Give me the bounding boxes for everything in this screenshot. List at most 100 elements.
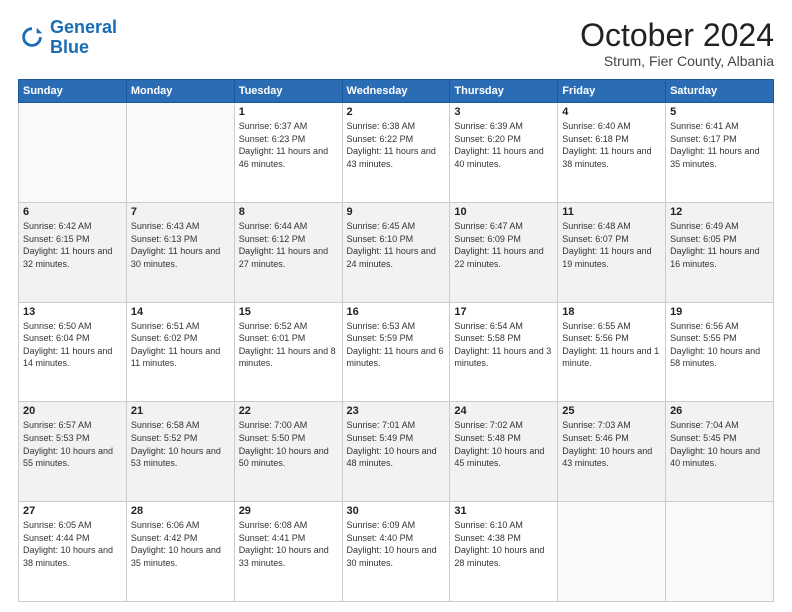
day-number: 3	[454, 106, 553, 118]
calendar-day-cell: 13 Sunrise: 6:50 AMSunset: 6:04 PMDayligh…	[19, 302, 127, 402]
day-info: Sunrise: 6:55 AMSunset: 5:56 PMDaylight:…	[562, 320, 661, 370]
weekday-header: Monday	[126, 80, 234, 103]
day-info: Sunrise: 6:09 AMSunset: 4:40 PMDaylight:…	[347, 519, 446, 569]
calendar-day-cell: 5 Sunrise: 6:41 AMSunset: 6:17 PMDaylight…	[666, 103, 774, 203]
day-number: 20	[23, 405, 122, 417]
day-info: Sunrise: 6:43 AMSunset: 6:13 PMDaylight:…	[131, 220, 230, 270]
day-number: 7	[131, 206, 230, 218]
calendar-day-cell: 17Sunrise: 6:54 AMSunset: 5:58 PMDayligh…	[450, 302, 558, 402]
day-info: Sunrise: 7:01 AMSunset: 5:49 PMDaylight:…	[347, 419, 446, 469]
calendar-day-cell	[558, 502, 666, 602]
day-number: 8	[239, 206, 338, 218]
calendar-day-cell: 26 Sunrise: 7:04 AMSunset: 5:45 PMDayligh…	[666, 402, 774, 502]
calendar-day-cell: 29Sunrise: 6:08 AMSunset: 4:41 PMDayligh…	[234, 502, 342, 602]
weekday-header: Saturday	[666, 80, 774, 103]
calendar-day-cell: 23 Sunrise: 7:01 AMSunset: 5:49 PMDayligh…	[342, 402, 450, 502]
calendar-week-row: 27 Sunrise: 6:05 AMSunset: 4:44 PMDayligh…	[19, 502, 774, 602]
day-number: 15	[239, 306, 338, 318]
calendar-day-cell: 28 Sunrise: 6:06 AMSunset: 4:42 PMDayligh…	[126, 502, 234, 602]
calendar-body: 1 Sunrise: 6:37 AMSunset: 6:23 PMDaylight…	[19, 103, 774, 602]
day-number: 16	[347, 306, 446, 318]
calendar-day-cell: 22Sunrise: 7:00 AMSunset: 5:50 PMDayligh…	[234, 402, 342, 502]
day-info: Sunrise: 6:38 AMSunset: 6:22 PMDaylight:…	[347, 120, 446, 170]
day-number: 21	[131, 405, 230, 417]
calendar-day-cell: 15 Sunrise: 6:52 AMSunset: 6:01 PMDayligh…	[234, 302, 342, 402]
day-info: Sunrise: 6:48 AMSunset: 6:07 PMDaylight:…	[562, 220, 661, 270]
day-number: 29	[239, 505, 338, 517]
day-info: Sunrise: 6:58 AMSunset: 5:52 PMDaylight:…	[131, 419, 230, 469]
calendar-day-cell	[126, 103, 234, 203]
calendar-day-cell: 14 Sunrise: 6:51 AMSunset: 6:02 PMDayligh…	[126, 302, 234, 402]
calendar-day-cell: 7 Sunrise: 6:43 AMSunset: 6:13 PMDaylight…	[126, 202, 234, 302]
logo-general: General	[50, 17, 117, 37]
day-info: Sunrise: 6:05 AMSunset: 4:44 PMDaylight:…	[23, 519, 122, 569]
day-number: 10	[454, 206, 553, 218]
calendar-week-row: 6Sunrise: 6:42 AMSunset: 6:15 PMDaylight…	[19, 202, 774, 302]
header: General Blue October 2024 Strum, Fier Co…	[18, 18, 774, 69]
day-info: Sunrise: 6:45 AMSunset: 6:10 PMDaylight:…	[347, 220, 446, 270]
day-number: 14	[131, 306, 230, 318]
day-info: Sunrise: 6:37 AMSunset: 6:23 PMDaylight:…	[239, 120, 338, 170]
month-title: October 2024	[580, 18, 774, 53]
weekday-header: Tuesday	[234, 80, 342, 103]
calendar-header-row: SundayMondayTuesdayWednesdayThursdayFrid…	[19, 80, 774, 103]
calendar-day-cell: 4Sunrise: 6:40 AMSunset: 6:18 PMDaylight…	[558, 103, 666, 203]
page: General Blue October 2024 Strum, Fier Co…	[0, 0, 792, 612]
calendar-day-cell: 1 Sunrise: 6:37 AMSunset: 6:23 PMDaylight…	[234, 103, 342, 203]
calendar-day-cell: 12Sunrise: 6:49 AMSunset: 6:05 PMDayligh…	[666, 202, 774, 302]
calendar-day-cell: 10Sunrise: 6:47 AMSunset: 6:09 PMDayligh…	[450, 202, 558, 302]
day-info: Sunrise: 6:51 AMSunset: 6:02 PMDaylight:…	[131, 320, 230, 370]
day-number: 23	[347, 405, 446, 417]
day-info: Sunrise: 6:56 AMSunset: 5:55 PMDaylight:…	[670, 320, 769, 370]
day-info: Sunrise: 6:52 AMSunset: 6:01 PMDaylight:…	[239, 320, 338, 370]
calendar-week-row: 13 Sunrise: 6:50 AMSunset: 6:04 PMDayligh…	[19, 302, 774, 402]
day-number: 9	[347, 206, 446, 218]
calendar-day-cell: 24Sunrise: 7:02 AMSunset: 5:48 PMDayligh…	[450, 402, 558, 502]
day-number: 17	[454, 306, 553, 318]
day-number: 13	[23, 306, 122, 318]
day-number: 22	[239, 405, 338, 417]
location-title: Strum, Fier County, Albania	[580, 53, 774, 69]
calendar-day-cell: 18Sunrise: 6:55 AMSunset: 5:56 PMDayligh…	[558, 302, 666, 402]
logo-blue: Blue	[50, 37, 89, 57]
day-number: 28	[131, 505, 230, 517]
calendar-day-cell: 9 Sunrise: 6:45 AMSunset: 6:10 PMDaylight…	[342, 202, 450, 302]
day-number: 26	[670, 405, 769, 417]
calendar-day-cell	[19, 103, 127, 203]
day-info: Sunrise: 6:41 AMSunset: 6:17 PMDaylight:…	[670, 120, 769, 170]
day-info: Sunrise: 6:44 AMSunset: 6:12 PMDaylight:…	[239, 220, 338, 270]
day-number: 5	[670, 106, 769, 118]
day-number: 1	[239, 106, 338, 118]
day-info: Sunrise: 6:50 AMSunset: 6:04 PMDaylight:…	[23, 320, 122, 370]
calendar-week-row: 20Sunrise: 6:57 AMSunset: 5:53 PMDayligh…	[19, 402, 774, 502]
day-number: 6	[23, 206, 122, 218]
logo-icon	[18, 24, 46, 52]
title-block: October 2024 Strum, Fier County, Albania	[580, 18, 774, 69]
calendar-day-cell: 16 Sunrise: 6:53 AMSunset: 5:59 PMDayligh…	[342, 302, 450, 402]
weekday-header: Wednesday	[342, 80, 450, 103]
calendar-day-cell: 19 Sunrise: 6:56 AMSunset: 5:55 PMDayligh…	[666, 302, 774, 402]
calendar-day-cell: 25Sunrise: 7:03 AMSunset: 5:46 PMDayligh…	[558, 402, 666, 502]
calendar-table: SundayMondayTuesdayWednesdayThursdayFrid…	[18, 79, 774, 602]
day-number: 30	[347, 505, 446, 517]
day-info: Sunrise: 6:39 AMSunset: 6:20 PMDaylight:…	[454, 120, 553, 170]
calendar-day-cell: 11 Sunrise: 6:48 AMSunset: 6:07 PMDayligh…	[558, 202, 666, 302]
calendar-day-cell: 6Sunrise: 6:42 AMSunset: 6:15 PMDaylight…	[19, 202, 127, 302]
day-info: Sunrise: 6:53 AMSunset: 5:59 PMDaylight:…	[347, 320, 446, 370]
day-number: 2	[347, 106, 446, 118]
day-info: Sunrise: 7:04 AMSunset: 5:45 PMDaylight:…	[670, 419, 769, 469]
day-number: 11	[562, 206, 661, 218]
day-number: 19	[670, 306, 769, 318]
calendar-day-cell: 21 Sunrise: 6:58 AMSunset: 5:52 PMDayligh…	[126, 402, 234, 502]
day-info: Sunrise: 7:03 AMSunset: 5:46 PMDaylight:…	[562, 419, 661, 469]
calendar-day-cell: 31Sunrise: 6:10 AMSunset: 4:38 PMDayligh…	[450, 502, 558, 602]
day-number: 27	[23, 505, 122, 517]
day-number: 12	[670, 206, 769, 218]
calendar-day-cell: 3 Sunrise: 6:39 AMSunset: 6:20 PMDaylight…	[450, 103, 558, 203]
calendar-day-cell: 30 Sunrise: 6:09 AMSunset: 4:40 PMDayligh…	[342, 502, 450, 602]
day-info: Sunrise: 6:06 AMSunset: 4:42 PMDaylight:…	[131, 519, 230, 569]
day-info: Sunrise: 6:10 AMSunset: 4:38 PMDaylight:…	[454, 519, 553, 569]
calendar-day-cell: 8 Sunrise: 6:44 AMSunset: 6:12 PMDaylight…	[234, 202, 342, 302]
day-info: Sunrise: 6:40 AMSunset: 6:18 PMDaylight:…	[562, 120, 661, 170]
logo: General Blue	[18, 18, 117, 58]
